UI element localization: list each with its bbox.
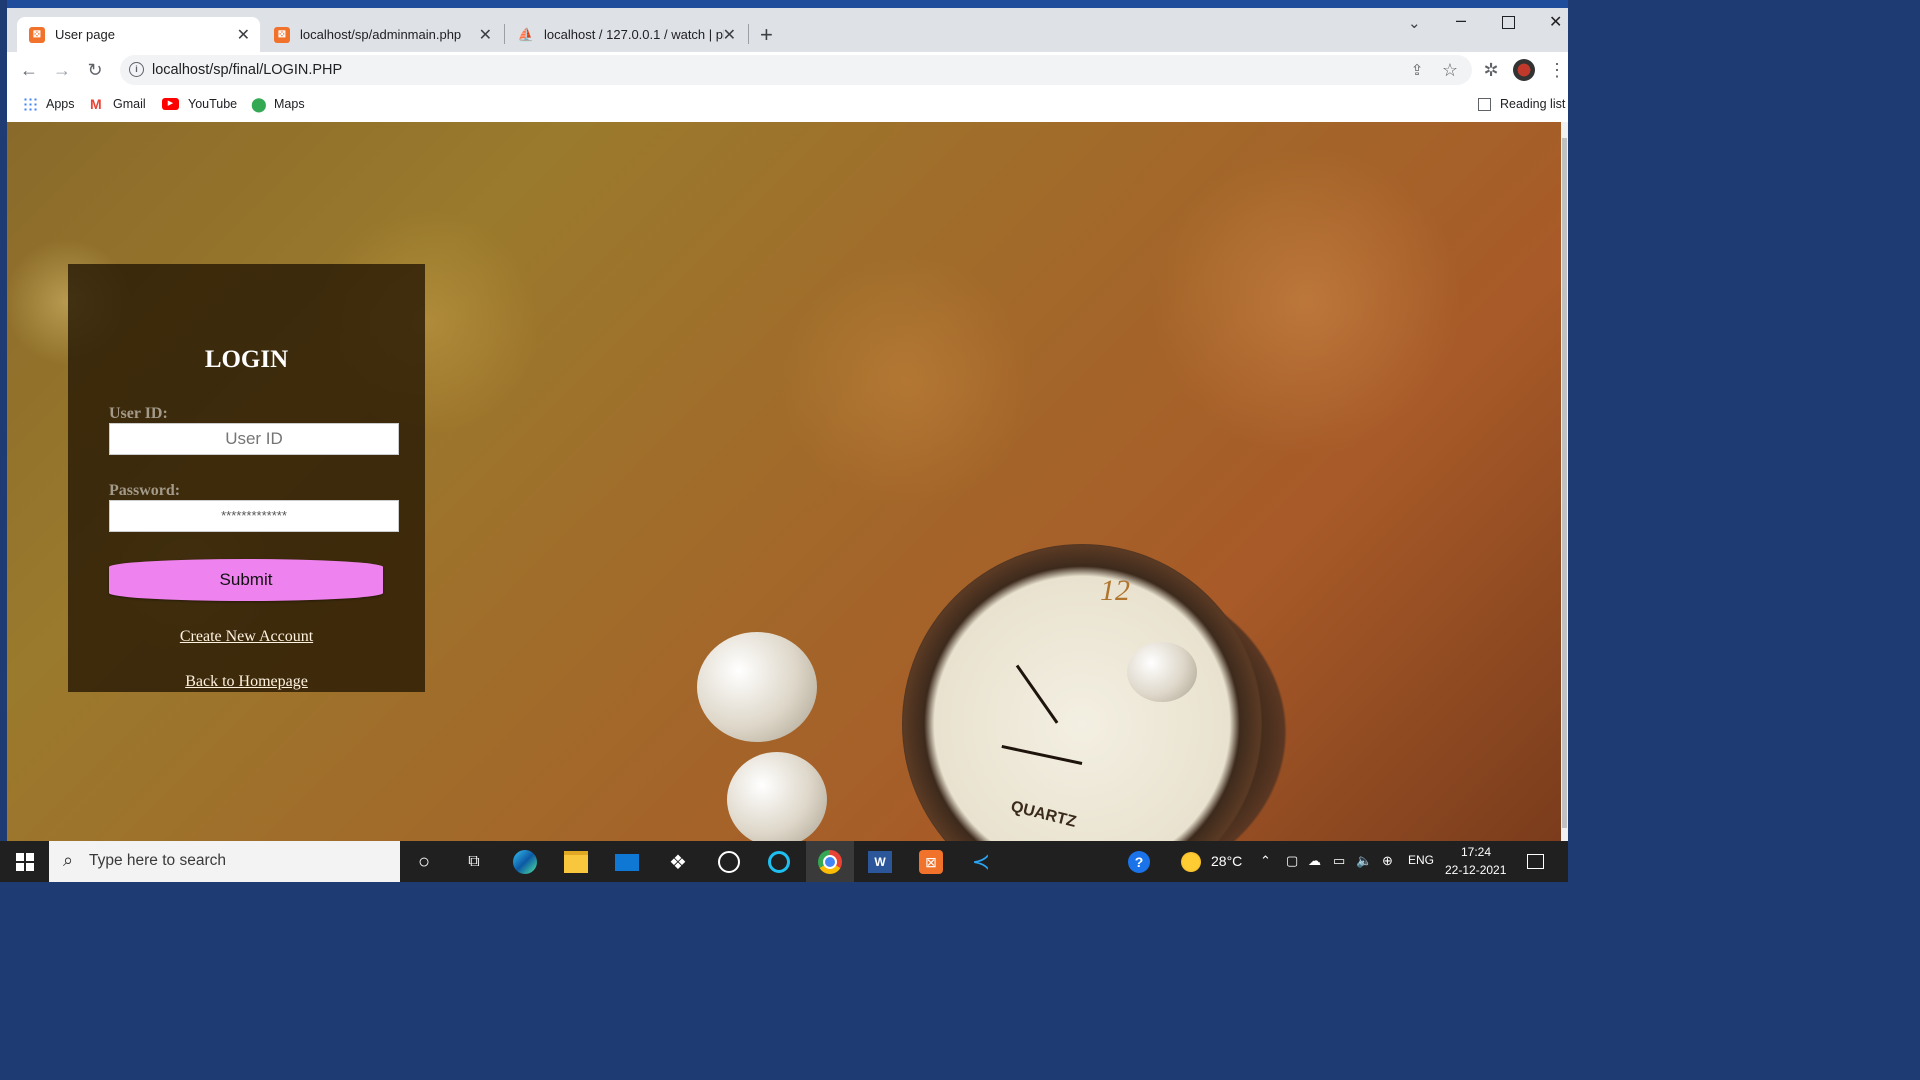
dropbox-icon[interactable]: ❖ [661,845,695,879]
tab-title: localhost / 127.0.0.1 / watch | php [544,27,724,42]
submit-button[interactable]: Submit [109,559,383,601]
user-id-input[interactable] [109,423,399,455]
avatar[interactable] [1512,58,1536,82]
xampp-icon: ⊠ [274,26,290,43]
taskbar: ⌕ Type here to search ○ ⧉ ❖ W ⊠ ≺ ? 28°C… [0,841,1568,882]
vscode-icon[interactable]: ≺ [964,845,998,879]
github-icon[interactable] [712,845,746,879]
search-placeholder: Type here to search [89,852,226,869]
share-icon[interactable]: ⇪ [1405,58,1429,82]
scrollbar-thumb[interactable] [1562,138,1567,828]
device-icon[interactable]: ▢ [1286,853,1298,869]
phpmyadmin-icon: ⛵ [517,26,535,42]
volume-icon[interactable]: 🔈 [1356,853,1372,869]
gmail-icon: M [90,96,102,112]
xampp-icon[interactable]: ⊠ [914,845,948,879]
maps-pin-icon: ⬤ [251,96,267,112]
close-icon[interactable]: ✕ [479,25,492,45]
tab-search-icon[interactable]: ⌄ [1408,14,1421,32]
mail-icon[interactable] [610,845,644,879]
watch-dial-number: 12 [1100,574,1130,607]
apps-grid-icon [23,97,37,111]
password-label: Password: [109,482,181,499]
battery-icon[interactable]: ▭ [1333,853,1345,869]
scrollbar[interactable] [1561,122,1568,841]
watch-hand [1001,744,1083,765]
pocket-watch-image: 12 QUARTZ [902,544,1262,841]
reload-icon[interactable]: ↻ [83,58,107,82]
onedrive-icon[interactable]: ☁ [1308,853,1321,869]
weather-temperature[interactable]: 28°C [1211,853,1242,869]
close-icon[interactable]: ✕ [723,25,736,45]
maximize-icon[interactable] [1502,16,1515,29]
new-tab-icon[interactable]: + [760,22,773,48]
word-icon[interactable]: W [863,845,897,879]
password-input[interactable]: ************* [109,500,399,532]
back-icon[interactable]: ← [17,58,41,82]
login-title: LOGIN [204,346,289,373]
xampp-icon: ⊠ [29,26,45,43]
watch-brand-text: QUARTZ [1009,798,1078,831]
reading-list[interactable]: Reading list [1478,97,1565,111]
tab-separator [748,24,749,44]
window-top-border [7,0,1568,8]
bookmark-apps[interactable]: Apps [23,97,75,111]
edge-icon[interactable] [508,845,542,879]
bookmark-gmail[interactable]: M Gmail [90,97,146,111]
taskbar-search[interactable]: ⌕ Type here to search [49,841,400,882]
reading-list-label: Reading list [1500,97,1566,111]
forward-icon[interactable]: → [50,58,74,82]
bookmark-youtube[interactable]: ▶ YouTube [162,97,237,111]
back-to-homepage-link[interactable]: Back to Homepage [68,673,425,691]
window-close-icon[interactable]: ✕ [1549,12,1562,32]
user-id-label: User ID: [109,405,168,422]
close-icon[interactable]: ✕ [237,25,250,45]
language-indicator[interactable]: ENG [1408,853,1434,867]
tab-title: User page [55,27,115,42]
task-view-icon[interactable]: ⧉ [457,845,491,879]
bookmark-label: Gmail [113,97,146,111]
watch-hand [1015,664,1059,724]
bookmark-label: Maps [274,97,305,111]
tab-user-page[interactable]: ⊠ User page ✕ [17,17,260,52]
chrome-icon[interactable] [806,841,854,882]
cortana-icon[interactable]: ○ [407,845,441,879]
login-panel: LOGIN User ID: Password: ************* S… [68,264,425,692]
bookmark-maps[interactable]: ⬤ Maps [251,97,305,111]
url-text[interactable]: localhost/sp/final/LOGIN.PHP [152,62,342,78]
windows-start-icon[interactable] [16,853,34,871]
tab-separator [504,24,505,44]
bookmark-label: YouTube [188,97,238,111]
extensions-icon[interactable]: ✲ [1479,58,1503,82]
bookmark-star-icon[interactable]: ☆ [1438,58,1462,82]
menu-icon[interactable]: ⋮ [1545,58,1569,82]
network-globe-icon[interactable]: ⊕ [1382,853,1393,869]
bookmark-label: Apps [46,97,75,111]
info-icon[interactable]: i [129,62,144,77]
page-background: 12 QUARTZ LOGIN User ID: Password: *****… [7,122,1561,841]
clock-date[interactable]: 22-12-2021 [1445,863,1506,877]
chevron-up-icon[interactable]: ⌃ [1260,853,1271,869]
alexa-icon[interactable] [762,845,796,879]
search-icon: ⌕ [63,850,74,870]
address-bar[interactable]: i localhost/sp/final/LOGIN.PHP [120,55,1472,85]
weather-icon[interactable] [1181,852,1201,872]
tab-title: localhost/sp/adminmain.php [300,27,462,42]
clock-time[interactable]: 17:24 [1461,845,1491,859]
minimize-icon[interactable]: – [1456,10,1466,31]
help-icon[interactable]: ? [1128,851,1150,873]
tab-adminmain[interactable]: ⊠ localhost/sp/adminmain.php ✕ [262,17,502,52]
browser-toolbar: ← → ↻ i localhost/sp/final/LOGIN.PHP ⇪ ☆… [7,52,1568,88]
file-explorer-icon[interactable] [559,845,593,879]
tab-phpmyadmin[interactable]: ⛵ localhost / 127.0.0.1 / watch | php ✕ [506,17,746,52]
notifications-icon[interactable] [1527,854,1544,869]
create-account-link[interactable]: Create New Account [68,628,425,646]
reading-list-icon [1478,97,1491,111]
bookmarks-bar: Apps M Gmail ▶ YouTube ⬤ Maps Reading li… [7,88,1568,123]
youtube-icon: ▶ [162,98,179,110]
